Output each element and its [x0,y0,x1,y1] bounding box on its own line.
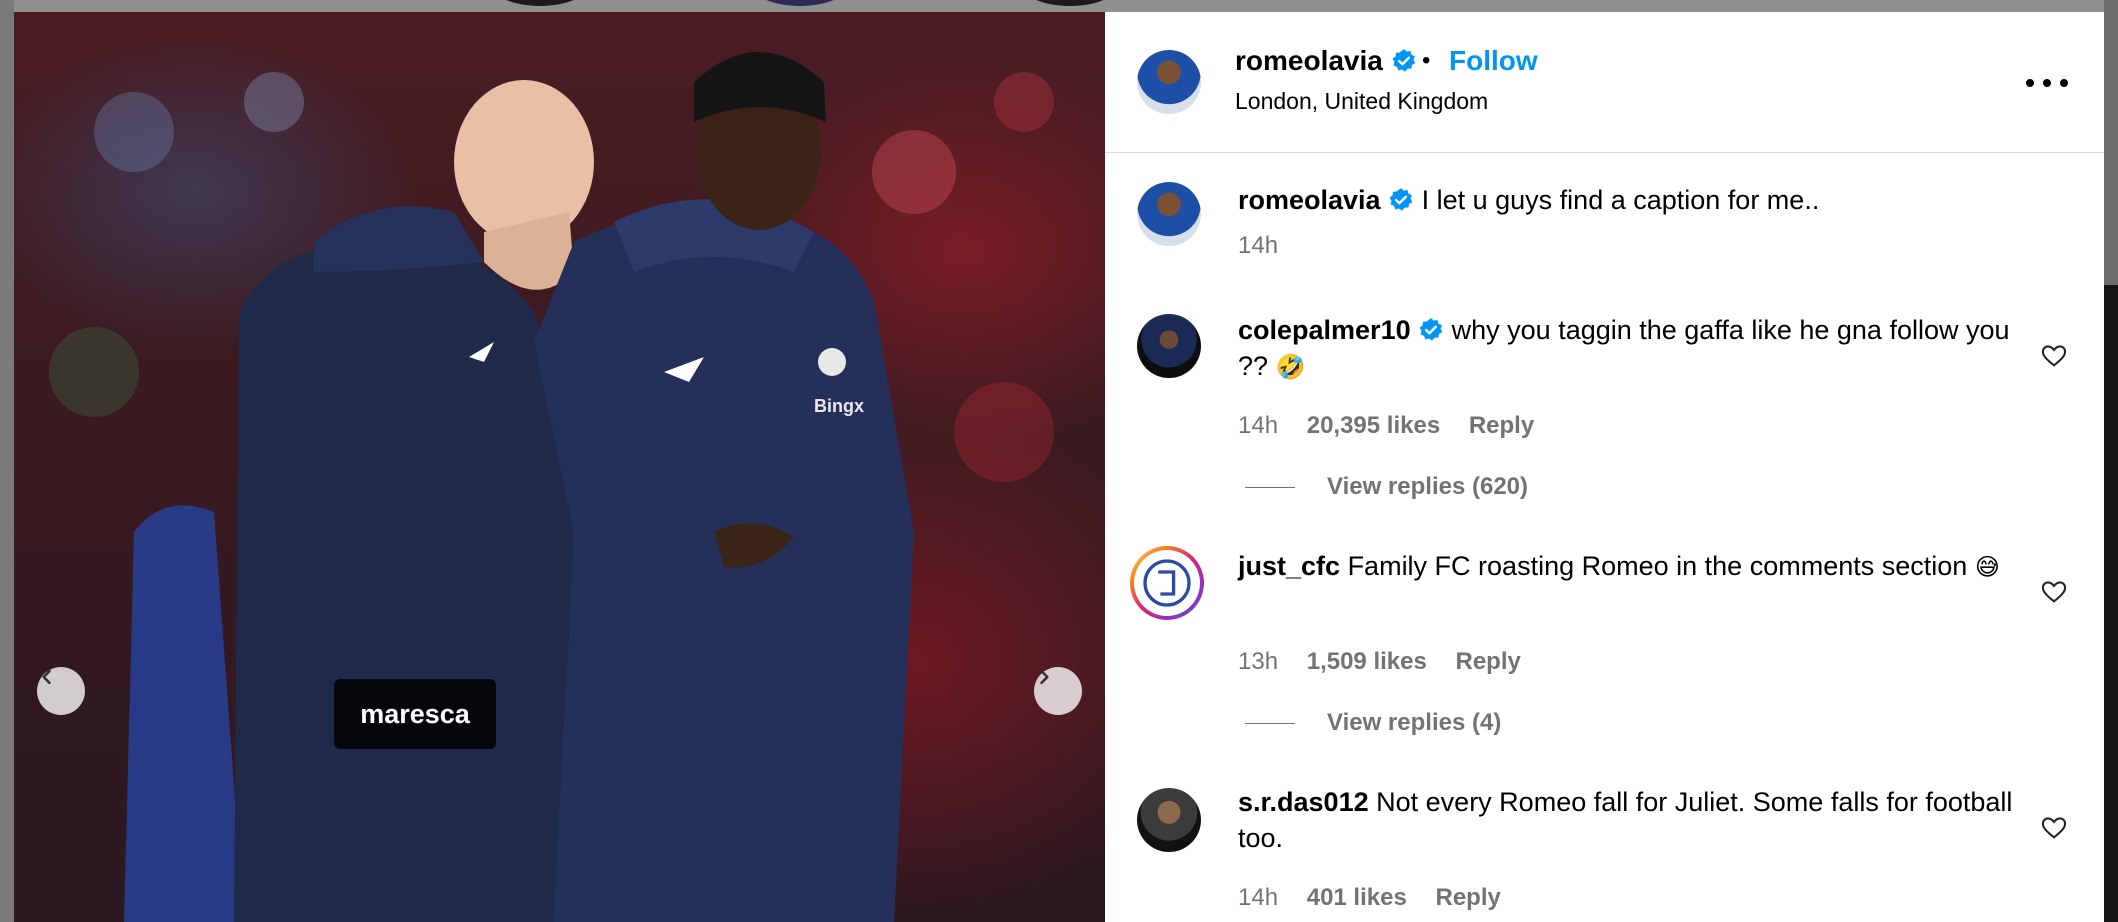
view-replies-label: View replies (4) [1327,709,1502,736]
follow-button[interactable]: Follow [1449,45,1538,77]
comment-meta: 14h 401 likes Reply [1238,884,1501,912]
timestamp[interactable]: 14h [1238,884,1278,911]
heart-icon[interactable] [2040,814,2068,842]
avatar[interactable] [1137,314,1201,378]
caption-meta: 14h [1238,232,1278,260]
separator-dot: • [1422,47,1431,74]
comment-text: just_cfc Family FC roasting Romeo in the… [1238,548,2018,585]
heart-icon[interactable] [2040,578,2068,606]
view-replies-button[interactable]: View replies (4) [1245,709,1501,737]
view-replies-label: View replies (620) [1327,473,1528,500]
timestamp[interactable]: 13h [1238,648,1278,675]
reply-button[interactable]: Reply [1435,884,1500,911]
post-header: romeolavia • Follow London, United Kingd… [1105,12,2104,153]
comment-text: colepalmer10 why you taggin the gaffa li… [1238,312,2018,385]
timestamp[interactable]: 14h [1238,232,1278,259]
likes-count[interactable]: 401 likes [1307,884,1407,911]
verified-badge-icon [1389,188,1413,211]
comment-username[interactable]: s.r.das012 [1238,787,1369,817]
emoji: 😅 [1974,553,2000,581]
caption-text: romeolavia I let u guys find a caption f… [1238,182,2018,218]
comment-username[interactable]: just_cfc [1238,551,1340,581]
username-text: romeolavia [1235,45,1383,76]
post-author-username[interactable]: romeolavia [1235,45,1417,77]
post-location[interactable]: London, United Kingdom [1235,88,1488,115]
likes-count[interactable]: 1,509 likes [1307,648,1427,675]
post-photo: Bingx maresca [14,12,1105,922]
chevron-right-icon [1040,669,1049,685]
likes-count[interactable]: 20,395 likes [1307,412,1440,439]
view-replies-button[interactable]: View replies (620) [1245,473,1528,501]
verified-badge-icon [1392,49,1415,72]
reply-button[interactable]: Reply [1456,648,1521,675]
comment-meta: 14h 20,395 likes Reply [1238,412,1534,440]
backdrop [0,0,14,922]
reply-button[interactable]: Reply [1469,412,1534,439]
heart-icon[interactable] [2040,342,2068,370]
chevron-left-icon [42,669,51,685]
caption-username[interactable]: romeolavia [1238,185,1381,215]
previous-photo-button[interactable] [37,667,85,715]
verified-badge-icon [1419,318,1443,341]
caption-body: I let u guys find a caption for me.. [1421,185,1820,215]
more-options-icon[interactable] [2026,76,2068,90]
avatar[interactable] [1137,788,1201,852]
comment-body: Family FC roasting Romeo in the comments… [1347,551,1968,581]
divider-line [1245,486,1295,488]
sponsor-logo: Bingx [814,396,864,416]
timestamp[interactable]: 14h [1238,412,1278,439]
avatar[interactable] [1130,546,1204,620]
post-side-panel: romeolavia • Follow London, United Kingd… [1105,12,2104,922]
backdrop [2104,285,2118,922]
avatar[interactable] [1137,50,1201,114]
comment-username[interactable]: colepalmer10 [1238,315,1411,345]
post-photo-illustration: Bingx [49,52,1054,922]
avatar[interactable] [1137,182,1201,246]
divider-line [1245,722,1295,724]
club-crest-icon [1143,559,1191,607]
next-photo-button[interactable] [1034,667,1082,715]
emoji: 🤣 [1275,353,1306,381]
user-tag-label[interactable]: maresca [334,679,496,749]
comment-text: s.r.das012 Not every Romeo fall for Juli… [1238,784,2018,856]
comment-meta: 13h 1,509 likes Reply [1238,648,1521,676]
